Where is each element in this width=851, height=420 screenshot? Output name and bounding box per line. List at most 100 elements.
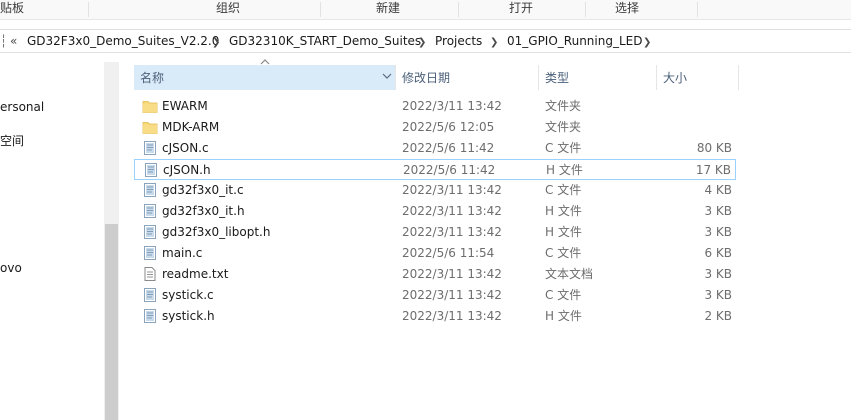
nav-scrollbar[interactable] — [104, 62, 119, 420]
chevron-right-icon[interactable]: ❯ — [212, 34, 220, 52]
column-header-size-label: 大小 — [663, 71, 688, 85]
source-file-icon — [143, 162, 159, 178]
file-date-modified: 2022/5/6 11:54 — [402, 246, 495, 260]
file-date-modified: 2022/5/6 11:42 — [403, 163, 496, 177]
column-header-date[interactable]: 修改日期 — [396, 65, 539, 90]
ribbon-group-select: 选择 — [615, 1, 640, 15]
file-size: 80 KB — [696, 141, 732, 155]
file-row[interactable]: gd32f3x0_libopt.h 2022/3/11 13:42 H 文件 3 KB — [134, 222, 736, 243]
file-name: MDK-ARM — [162, 120, 220, 134]
file-size: 2 KB — [704, 309, 732, 323]
file-size: 3 KB — [704, 288, 732, 302]
file-row[interactable]: readme.txt 2022/3/11 13:42 文本文档 3 KB — [134, 264, 736, 285]
file-name: readme.txt — [162, 267, 229, 281]
file-size: 3 KB — [704, 225, 732, 239]
chevron-right-icon[interactable]: ❯ — [490, 34, 498, 52]
file-date-modified: 2022/3/11 13:42 — [402, 204, 502, 218]
file-row[interactable]: cJSON.h 2022/5/6 11:42 H 文件 17 KB — [134, 159, 736, 180]
column-header-size[interactable]: 大小 — [657, 65, 739, 90]
ribbon-separator — [320, 2, 321, 17]
column-header-name[interactable]: 名称 — [134, 65, 396, 90]
nav-scrollbar-thumb[interactable] — [105, 224, 118, 420]
file-row[interactable]: systick.c 2022/3/11 13:42 C 文件 3 KB — [134, 285, 736, 306]
column-header-type[interactable]: 类型 — [539, 65, 657, 90]
file-type: 文件夹 — [545, 99, 582, 113]
folder-icon — [142, 119, 158, 135]
file-name: gd32f3x0_it.c — [162, 183, 244, 197]
file-type: C 文件 — [545, 246, 582, 260]
source-file-icon — [142, 224, 158, 240]
source-file-icon — [142, 182, 158, 198]
ribbon-group-new: 新建 — [376, 1, 401, 15]
column-header-date-label: 修改日期 — [402, 71, 451, 85]
file-name: cJSON.c — [162, 141, 209, 155]
file-row[interactable]: gd32f3x0_it.h 2022/3/11 13:42 H 文件 3 KB — [134, 201, 736, 222]
file-row[interactable]: cJSON.c 2022/5/6 11:42 C 文件 80 KB — [134, 138, 736, 159]
file-row[interactable]: systick.h 2022/3/11 13:42 H 文件 2 KB — [134, 306, 736, 327]
file-type: C 文件 — [545, 288, 582, 302]
file-name: main.c — [162, 246, 203, 260]
file-name: cJSON.h — [163, 163, 211, 177]
file-date-modified: 2022/5/6 11:42 — [402, 141, 495, 155]
source-file-icon — [142, 203, 158, 219]
ribbon-separator — [458, 2, 459, 17]
ribbon-group-organize: 组织 — [216, 1, 241, 15]
file-size: 3 KB — [704, 204, 732, 218]
source-file-icon — [142, 245, 158, 261]
file-row[interactable]: MDK-ARM 2022/5/6 12:05 文件夹 — [134, 117, 736, 138]
ribbon-group-open: 打开 — [509, 1, 534, 15]
file-type: C 文件 — [545, 183, 582, 197]
column-header-type-label: 类型 — [545, 71, 570, 85]
file-name: systick.c — [162, 288, 214, 302]
file-type: 文本文档 — [545, 267, 594, 281]
breadcrumb-overflow-button[interactable]: « — [10, 32, 17, 50]
ribbon-group-bar: 贴板 组织 新建 打开 选择 — [0, 0, 851, 20]
breadcrumb-demo-suites[interactable]: GD32F3x0_Demo_Suites_V2.2.0 — [27, 32, 219, 50]
file-date-modified: 2022/5/6 12:05 — [402, 120, 495, 134]
text-file-icon — [142, 266, 158, 282]
nav-item-lenovo[interactable]: ovo — [0, 261, 22, 275]
file-date-modified: 2022/3/11 13:42 — [402, 288, 502, 302]
file-date-modified: 2022/3/11 13:42 — [402, 309, 502, 323]
chevron-right-icon[interactable]: ❯ — [643, 34, 651, 52]
file-name: gd32f3x0_libopt.h — [162, 225, 271, 239]
file-type: H 文件 — [545, 225, 582, 239]
source-file-icon — [142, 308, 158, 324]
file-size: 6 KB — [704, 246, 732, 260]
ribbon-separator — [88, 2, 89, 17]
column-divider[interactable] — [738, 65, 739, 90]
file-date-modified: 2022/3/11 13:42 — [402, 99, 502, 113]
file-date-modified: 2022/3/11 13:42 — [402, 225, 502, 239]
file-date-modified: 2022/3/11 13:42 — [402, 183, 502, 197]
ribbon-separator — [585, 2, 586, 17]
file-size: 3 KB — [704, 267, 732, 281]
folder-icon — [142, 98, 158, 114]
sort-ascending-icon — [260, 59, 270, 65]
nav-item-personal[interactable]: ersonal — [0, 100, 44, 114]
breadcrumb-projects[interactable]: Projects — [435, 32, 482, 50]
file-row[interactable]: EWARM 2022/3/11 13:42 文件夹 — [134, 96, 736, 117]
address-left-edge-icon: ┆ — [0, 34, 8, 48]
chevron-down-icon[interactable] — [380, 68, 394, 84]
file-row[interactable]: gd32f3x0_it.c 2022/3/11 13:42 C 文件 4 KB — [134, 180, 736, 201]
file-type: H 文件 — [545, 204, 582, 218]
breadcrumb-start-demo-suites[interactable]: GD32310K_START_Demo_Suites — [229, 32, 421, 50]
source-file-icon — [142, 140, 158, 156]
breadcrumb-gpio-running-led[interactable]: 01_GPIO_Running_LED — [507, 32, 642, 50]
file-size: 4 KB — [704, 183, 732, 197]
chevron-right-icon[interactable]: ❯ — [418, 34, 426, 52]
file-name: EWARM — [162, 99, 208, 113]
file-type: C 文件 — [545, 141, 582, 155]
file-type: 文件夹 — [545, 120, 582, 134]
address-bar[interactable]: ┆ « GD32F3x0_Demo_Suites_V2.2.0 ❯ GD3231… — [0, 29, 851, 53]
column-header-name-label: 名称 — [140, 71, 165, 85]
navigation-pane: ersonal 空间 ovo — [0, 62, 104, 420]
file-row[interactable]: main.c 2022/5/6 11:54 C 文件 6 KB — [134, 243, 736, 264]
file-size: 17 KB — [695, 163, 731, 177]
file-name: systick.h — [162, 309, 215, 323]
source-file-icon — [142, 287, 158, 303]
nav-item-space[interactable]: 空间 — [0, 132, 24, 149]
file-date-modified: 2022/3/11 13:42 — [402, 267, 502, 281]
ribbon-separator — [697, 2, 698, 17]
ribbon-group-clipboard: 贴板 — [0, 1, 25, 15]
